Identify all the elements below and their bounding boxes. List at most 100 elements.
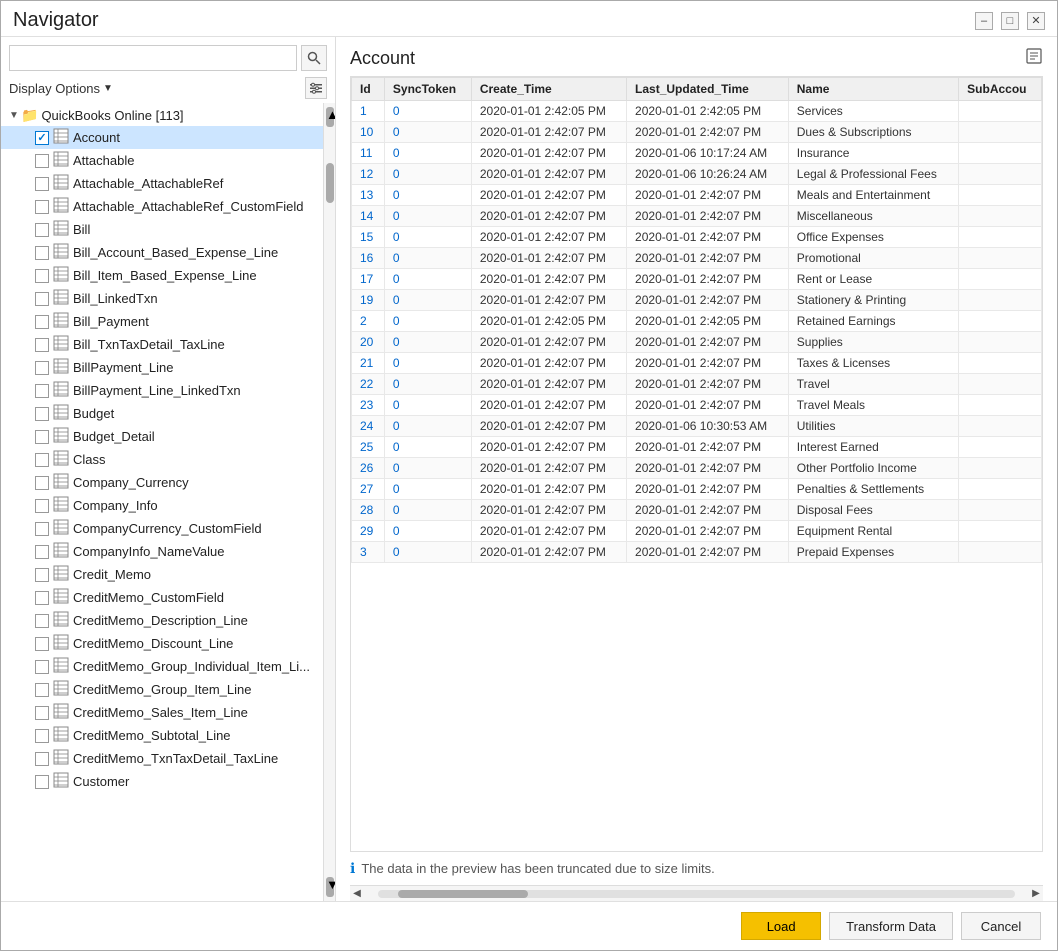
hscroll-left-arrow[interactable]: ◀: [350, 888, 364, 899]
tree-root-node[interactable]: ▼ 📁 QuickBooks Online [113]: [1, 105, 323, 126]
sidebar-item-creditmemo-group-item-line[interactable]: CreditMemo_Group_Item_Line: [1, 678, 323, 701]
cell-last-updated: 2020-01-01 2:42:07 PM: [627, 185, 789, 206]
cell-name: Supplies: [788, 332, 958, 353]
sidebar-item-bill-account[interactable]: Bill_Account_Based_Expense_Line: [1, 241, 323, 264]
checkbox-creditmemo-txntax[interactable]: [35, 752, 49, 766]
sidebar-item-company-currency[interactable]: Company_Currency: [1, 471, 323, 494]
table-row: 13 0 2020-01-01 2:42:07 PM 2020-01-01 2:…: [352, 185, 1042, 206]
cancel-button[interactable]: Cancel: [961, 912, 1041, 940]
cell-id: 27: [352, 479, 385, 500]
checkbox-company-currency[interactable]: [35, 476, 49, 490]
hscroll-right-arrow[interactable]: ▶: [1029, 888, 1043, 899]
sidebar-item-creditmemo-subtotal[interactable]: CreditMemo_Subtotal_Line: [1, 724, 323, 747]
checkbox-billpayment-line[interactable]: [35, 361, 49, 375]
sidebar-item-companycurrency-customfield[interactable]: CompanyCurrency_CustomField: [1, 517, 323, 540]
checkbox-billpayment-linkedtxn[interactable]: [35, 384, 49, 398]
checkbox-customer[interactable]: [35, 775, 49, 789]
checkbox-bill-account[interactable]: [35, 246, 49, 260]
checkbox-company-info[interactable]: [35, 499, 49, 513]
label-attachable: Attachable: [73, 153, 134, 168]
checkbox-attachable[interactable]: [35, 154, 49, 168]
sidebar-item-attachable[interactable]: Attachable: [1, 149, 323, 172]
sidebar-scroll-down[interactable]: ▼: [326, 877, 334, 897]
checkbox-creditmemo-desc-line[interactable]: [35, 614, 49, 628]
checkbox-bill[interactable]: [35, 223, 49, 237]
checkbox-creditmemo-subtotal[interactable]: [35, 729, 49, 743]
sidebar-item-bill-linkedtxn[interactable]: Bill_LinkedTxn: [1, 287, 323, 310]
cell-subaccount: [959, 353, 1042, 374]
label-creditmemo-discount-line: CreditMemo_Discount_Line: [73, 636, 233, 651]
checkbox-bill-txntax[interactable]: [35, 338, 49, 352]
sidebar-item-company-info[interactable]: Company_Info: [1, 494, 323, 517]
sidebar-item-creditmemo-txntax[interactable]: CreditMemo_TxnTaxDetail_TaxLine: [1, 747, 323, 770]
sidebar-settings-button[interactable]: [305, 77, 327, 99]
checkbox-attachableref[interactable]: [35, 177, 49, 191]
sidebar-item-credit-memo[interactable]: Credit_Memo: [1, 563, 323, 586]
label-budget-detail: Budget_Detail: [73, 429, 155, 444]
checkbox-creditmemo-group-individual[interactable]: [35, 660, 49, 674]
checkbox-bill-linkedtxn[interactable]: [35, 292, 49, 306]
sidebar-item-account[interactable]: ✓ Account: [1, 126, 323, 149]
cell-last-updated: 2020-01-01 2:42:07 PM: [627, 479, 789, 500]
sidebar-item-creditmemo-sales-item[interactable]: CreditMemo_Sales_Item_Line: [1, 701, 323, 724]
load-button[interactable]: Load: [741, 912, 821, 940]
sidebar-item-bill-txntax[interactable]: Bill_TxnTaxDetail_TaxLine: [1, 333, 323, 356]
cell-subaccount: [959, 164, 1042, 185]
sidebar-item-creditmemo-discount-line[interactable]: CreditMemo_Discount_Line: [1, 632, 323, 655]
maximize-button[interactable]: □: [1001, 12, 1019, 30]
checkbox-attachableref-customfield[interactable]: [35, 200, 49, 214]
sidebar-item-creditmemo-desc-line[interactable]: CreditMemo_Description_Line: [1, 609, 323, 632]
cell-name: Other Portfolio Income: [788, 458, 958, 479]
sidebar-item-creditmemo-customfield[interactable]: CreditMemo_CustomField: [1, 586, 323, 609]
sidebar-item-bill-item[interactable]: Bill_Item_Based_Expense_Line: [1, 264, 323, 287]
label-creditmemo-customfield: CreditMemo_CustomField: [73, 590, 224, 605]
checkbox-class[interactable]: [35, 453, 49, 467]
cell-name: Utilities: [788, 416, 958, 437]
sidebar-item-budget-detail[interactable]: Budget_Detail: [1, 425, 323, 448]
sidebar-item-attachableref[interactable]: Attachable_AttachableRef: [1, 172, 323, 195]
minimize-button[interactable]: –: [975, 12, 993, 30]
sidebar-item-customer[interactable]: Customer: [1, 770, 323, 793]
checkbox-creditmemo-sales-item[interactable]: [35, 706, 49, 720]
cell-last-updated: 2020-01-01 2:42:07 PM: [627, 500, 789, 521]
info-message: The data in the preview has been truncat…: [361, 861, 714, 876]
transform-data-button[interactable]: Transform Data: [829, 912, 953, 940]
label-credit-memo: Credit_Memo: [73, 567, 151, 582]
checkbox-credit-memo[interactable]: [35, 568, 49, 582]
checkbox-creditmemo-discount-line[interactable]: [35, 637, 49, 651]
sidebar-item-budget[interactable]: Budget: [1, 402, 323, 425]
checkbox-bill-payment[interactable]: [35, 315, 49, 329]
checkbox-budget-detail[interactable]: [35, 430, 49, 444]
sidebar-scrollbar[interactable]: ▲ ▼: [323, 103, 335, 901]
search-input[interactable]: [9, 45, 297, 71]
sidebar-item-attachableref-customfield[interactable]: Attachable_AttachableRef_CustomField: [1, 195, 323, 218]
cell-name: Promotional: [788, 248, 958, 269]
sidebar-item-billpayment-line[interactable]: BillPayment_Line: [1, 356, 323, 379]
sidebar-item-billpayment-linkedtxn[interactable]: BillPayment_Line_LinkedTxn: [1, 379, 323, 402]
sidebar-item-bill-payment[interactable]: Bill_Payment: [1, 310, 323, 333]
sidebar-item-creditmemo-group-individual[interactable]: CreditMemo_Group_Individual_Item_Li...: [1, 655, 323, 678]
checkbox-budget[interactable]: [35, 407, 49, 421]
sidebar-item-companyinfo-namevalue[interactable]: CompanyInfo_NameValue: [1, 540, 323, 563]
checkbox-bill-item[interactable]: [35, 269, 49, 283]
checkbox-account[interactable]: ✓: [35, 131, 49, 145]
display-options-button[interactable]: Display Options ▼: [9, 81, 113, 96]
sidebar-scroll-up[interactable]: ▲: [326, 107, 334, 127]
checkbox-companycurrency-customfield[interactable]: [35, 522, 49, 536]
search-button[interactable]: [301, 45, 327, 71]
checkbox-companyinfo-namevalue[interactable]: [35, 545, 49, 559]
sidebar-scroll-thumb[interactable]: [326, 163, 334, 203]
table-row: 21 0 2020-01-01 2:42:07 PM 2020-01-01 2:…: [352, 353, 1042, 374]
export-icon[interactable]: [1025, 47, 1043, 70]
sidebar-item-bill[interactable]: Bill: [1, 218, 323, 241]
cell-last-updated: 2020-01-01 2:42:07 PM: [627, 353, 789, 374]
footer: Load Transform Data Cancel: [1, 901, 1057, 950]
checkbox-creditmemo-group-item-line[interactable]: [35, 683, 49, 697]
checkbox-creditmemo-customfield[interactable]: [35, 591, 49, 605]
cell-create-time: 2020-01-01 2:42:07 PM: [471, 437, 626, 458]
label-creditmemo-txntax: CreditMemo_TxnTaxDetail_TaxLine: [73, 751, 278, 766]
sidebar-item-class[interactable]: Class: [1, 448, 323, 471]
horizontal-scrollbar[interactable]: ◀ ▶: [350, 885, 1043, 901]
close-button[interactable]: ✕: [1027, 12, 1045, 30]
hscroll-thumb[interactable]: [398, 890, 528, 898]
